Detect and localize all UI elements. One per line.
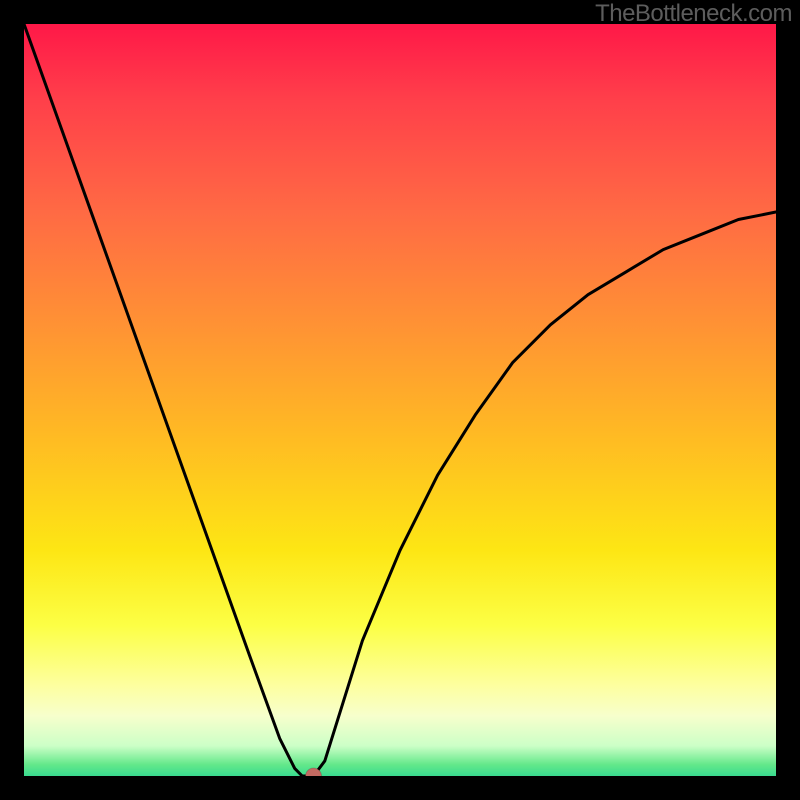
minimum-marker: [306, 768, 322, 776]
bottleneck-curve: [24, 24, 776, 776]
watermark-text: TheBottleneck.com: [595, 0, 792, 28]
curve-layer: [24, 24, 776, 776]
chart-frame: TheBottleneck.com: [0, 0, 800, 800]
plot-area: [24, 24, 776, 776]
